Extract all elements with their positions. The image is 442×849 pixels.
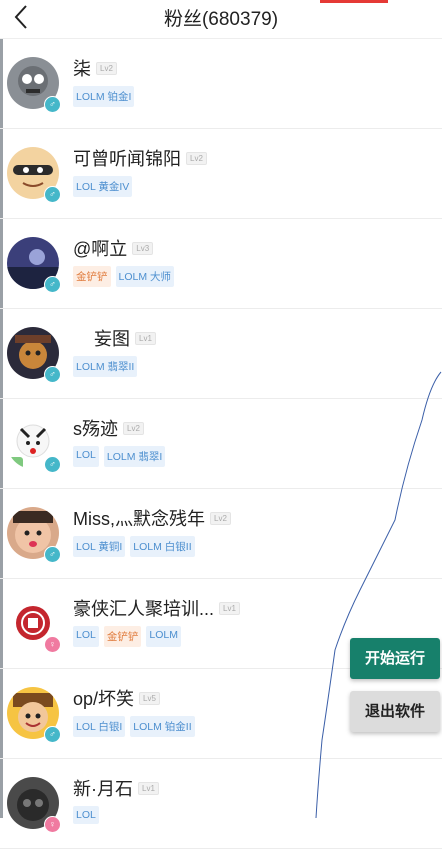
level-badge: Lv1 xyxy=(135,331,156,345)
fan-name[interactable]: s殇迹 xyxy=(73,415,118,441)
gender-male-icon: ♂ xyxy=(44,186,61,203)
gender-male-icon: ♂ xyxy=(44,366,61,383)
fan-name[interactable]: 柒 xyxy=(73,55,91,81)
fan-name[interactable]: op/坏笑 xyxy=(73,685,134,711)
start-button[interactable]: 开始运行 xyxy=(350,638,440,679)
gender-female-icon: ♀ xyxy=(44,636,61,653)
game-rank-tag: LOLM 铂金II xyxy=(130,716,195,737)
gender-female-icon: ♀ xyxy=(44,816,61,833)
game-rank-tag: LOL 黄铜I xyxy=(73,536,126,557)
level-badge: Lv2 xyxy=(96,61,117,75)
gender-male-icon: ♂ xyxy=(44,456,61,473)
game-rank-tag: LOL 白银I xyxy=(73,716,126,737)
game-rank-tag: 金铲铲 xyxy=(103,626,142,647)
game-rank-tag: LOLM 翡翠II xyxy=(73,356,138,377)
gender-male-icon: ♂ xyxy=(44,546,61,563)
exit-button[interactable]: 退出软件 xyxy=(350,691,440,732)
fan-row[interactable]: ♂ s殇迹 Lv2 LOL LOLM 翡翠I xyxy=(0,399,442,489)
fan-row[interactable]: ♀ 新·月石 Lv1 LOL xyxy=(0,759,442,849)
game-rank-tag: LOL xyxy=(73,446,99,467)
fan-name[interactable]: 妄图 xyxy=(94,325,130,351)
game-rank-tag: LOLM 大师 xyxy=(115,266,175,287)
page-title: 粉丝(680379) xyxy=(163,9,279,30)
game-rank-tag: LOL xyxy=(73,806,99,824)
fan-row[interactable]: ♂ 妄图 Lv1 LOLM 翡翠II xyxy=(0,309,442,399)
fan-row[interactable]: ♂ Miss,灬默念残年 Lv2 LOL 黄铜I LOLM 白银II xyxy=(0,489,442,579)
game-rank-tag: 金铲铲 xyxy=(73,266,111,287)
level-badge: Lv2 xyxy=(210,511,231,525)
fan-name[interactable]: 豪侠汇人聚培训... xyxy=(73,595,214,621)
game-rank-tag: LOLM 翡翠I xyxy=(103,446,166,467)
header: 粉丝(680379) xyxy=(0,0,442,39)
fan-name[interactable]: @啊立 xyxy=(73,235,127,261)
fan-row[interactable]: ♂ 可曾听闻锦阳 Lv2 LOL 黄金IV xyxy=(0,129,442,219)
status-indicator xyxy=(320,0,388,3)
level-badge: Lv5 xyxy=(139,691,160,705)
level-badge: Lv1 xyxy=(219,601,240,615)
level-badge: Lv1 xyxy=(138,781,159,795)
level-badge: Lv2 xyxy=(123,421,144,435)
game-rank-tag: LOLM 铂金I xyxy=(73,86,135,107)
game-rank-tag: LOLM 白银II xyxy=(130,536,195,557)
level-badge: Lv3 xyxy=(132,241,154,255)
fan-name[interactable]: Miss,灬默念残年 xyxy=(73,505,205,531)
fan-row[interactable]: ♂ @啊立 Lv3 金铲铲 LOLM 大师 xyxy=(0,219,442,309)
fan-name[interactable]: 新·月石 xyxy=(73,775,133,801)
fan-name[interactable]: 可曾听闻锦阳 xyxy=(73,145,181,171)
gender-male-icon: ♂ xyxy=(44,276,61,293)
level-badge: Lv2 xyxy=(186,151,207,165)
fan-row[interactable]: ♂ 柒 Lv2 LOLM 铂金I xyxy=(0,39,442,129)
game-rank-tag: LOL xyxy=(73,626,99,647)
gender-male-icon: ♂ xyxy=(44,96,61,113)
game-rank-tag: LOL 黄金IV xyxy=(73,176,133,197)
game-rank-tag: LOLM xyxy=(146,626,181,647)
gender-male-icon: ♂ xyxy=(44,726,61,743)
